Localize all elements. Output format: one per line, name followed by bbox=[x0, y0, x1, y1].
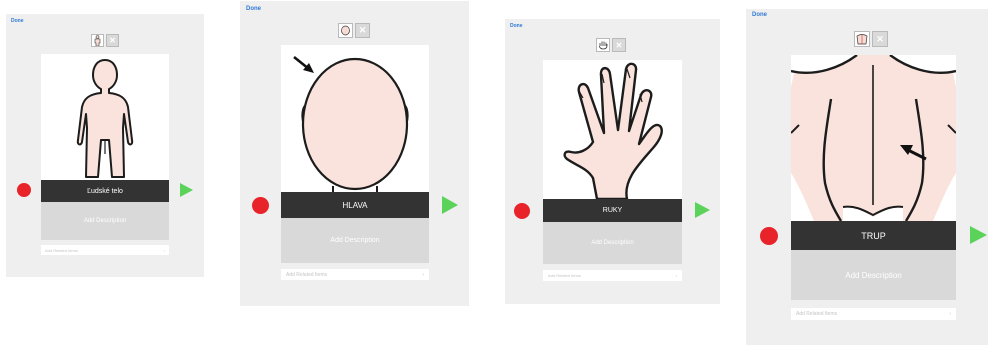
chevron-right-icon: › bbox=[422, 271, 424, 278]
chevron-right-icon: › bbox=[949, 311, 951, 317]
hand-icon[interactable] bbox=[596, 38, 610, 52]
close-icon[interactable]: ✕ bbox=[106, 34, 119, 47]
record-icon[interactable] bbox=[17, 183, 31, 197]
related-items-label: Add Related Items bbox=[796, 311, 838, 317]
done-button[interactable]: Done bbox=[510, 23, 523, 29]
chevron-right-icon: › bbox=[675, 273, 677, 278]
related-items-field[interactable]: Add Related Items › bbox=[791, 308, 956, 320]
item-name-bar[interactable]: HLAVA bbox=[281, 192, 429, 218]
done-button[interactable]: Done bbox=[11, 18, 24, 24]
description-field[interactable]: Add Description bbox=[41, 202, 169, 240]
play-icon[interactable] bbox=[180, 183, 193, 197]
torso-icon[interactable] bbox=[854, 31, 870, 47]
thumbnail-strip: ✕ bbox=[596, 38, 626, 52]
picture-card bbox=[791, 55, 956, 221]
close-icon[interactable]: ✕ bbox=[872, 31, 888, 47]
head-icon[interactable] bbox=[338, 23, 353, 38]
record-icon[interactable] bbox=[514, 203, 530, 219]
torso-back-illustration bbox=[791, 55, 956, 221]
related-items-field[interactable]: Add Related Items › bbox=[543, 270, 682, 281]
item-name-bar[interactable]: TRUP bbox=[791, 221, 956, 250]
screen-torso: Done ✕ TRUP Add Description Add Related … bbox=[746, 9, 988, 345]
close-icon[interactable]: ✕ bbox=[612, 38, 626, 52]
screen-head: Done ✕ HLAVA Add Description Add Related… bbox=[240, 1, 469, 306]
play-icon[interactable] bbox=[970, 226, 987, 244]
description-field[interactable]: Add Description bbox=[543, 222, 682, 264]
related-items-field[interactable]: Add Related Items › bbox=[281, 269, 429, 280]
item-name-bar[interactable]: RUKY bbox=[543, 199, 682, 222]
record-icon[interactable] bbox=[252, 197, 269, 214]
record-icon[interactable] bbox=[760, 227, 778, 245]
screen-body: Done ✕ Ľudské telo Add Description Add R… bbox=[6, 14, 204, 277]
play-icon[interactable] bbox=[695, 202, 710, 218]
play-icon[interactable] bbox=[442, 196, 458, 214]
body-icon[interactable] bbox=[91, 34, 104, 47]
done-button[interactable]: Done bbox=[246, 6, 261, 12]
close-icon[interactable]: ✕ bbox=[355, 23, 370, 38]
picture-card bbox=[281, 45, 429, 192]
related-items-label: Add Related Items bbox=[548, 273, 581, 278]
thumbnail-strip: ✕ bbox=[338, 23, 370, 38]
hand-illustration bbox=[563, 62, 663, 199]
done-button[interactable]: Done bbox=[752, 12, 767, 18]
picture-card bbox=[543, 60, 682, 199]
head-illustration bbox=[293, 55, 409, 192]
related-items-label: Add Related Items bbox=[286, 271, 328, 278]
related-items-field[interactable]: Add Related Items › bbox=[41, 245, 169, 255]
description-field[interactable]: Add Description bbox=[281, 218, 429, 263]
description-field[interactable]: Add Description bbox=[791, 250, 956, 300]
item-name-bar[interactable]: Ľudské telo bbox=[41, 180, 169, 202]
picture-card bbox=[41, 54, 169, 180]
related-items-label: Add Related Items bbox=[45, 247, 78, 253]
screen-hands: Done ✕ RUKY Add Description Add Related … bbox=[505, 19, 720, 304]
thumbnail-strip: ✕ bbox=[91, 34, 119, 47]
human-body-illustration bbox=[76, 59, 134, 178]
chevron-right-icon: › bbox=[163, 247, 165, 253]
thumbnail-strip: ✕ bbox=[854, 31, 888, 47]
